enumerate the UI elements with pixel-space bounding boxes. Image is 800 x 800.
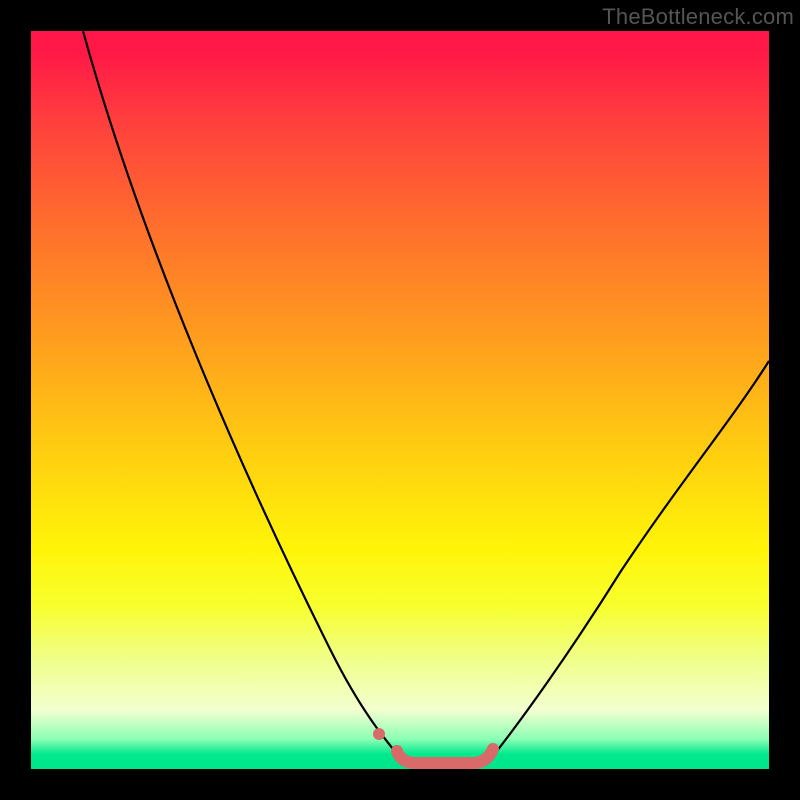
basin-dot [373,728,385,740]
right-curve [489,361,769,761]
watermark-text: TheBottleneck.com [602,4,794,30]
plot-frame [31,31,769,769]
basin-highlight [397,749,493,763]
left-curve [83,31,403,761]
curves-svg [31,31,769,769]
